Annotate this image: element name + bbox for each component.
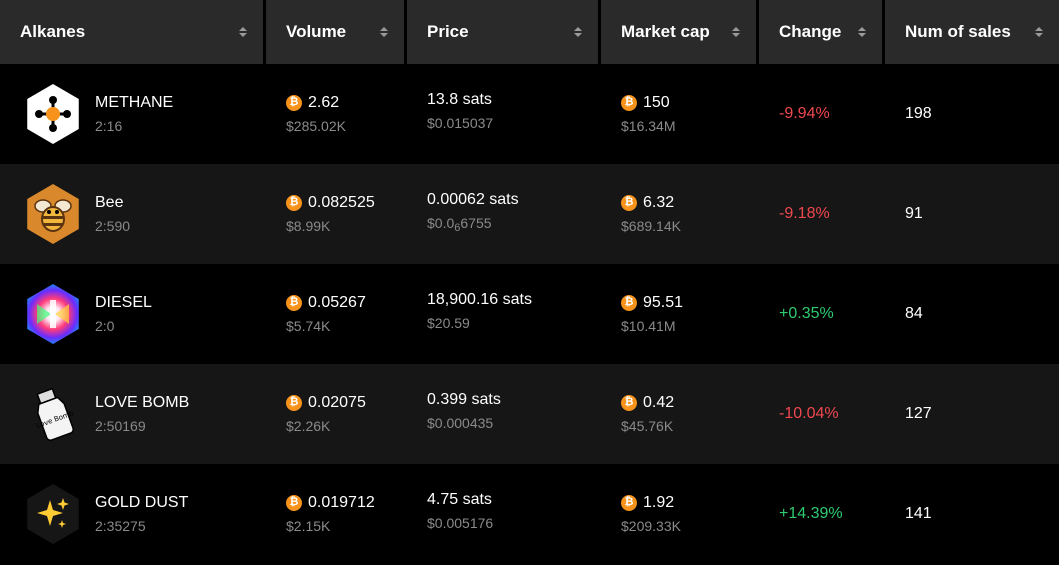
num-of-sales: 84 [905,305,923,322]
token-id: 2:35275 [95,517,146,534]
bitcoin-icon: ₿ [286,94,302,111]
market-cap-value: 0.42 [643,393,675,411]
table-row[interactable]: Bee 2:590 ₿ 0.082525 $8.99K 0.00062 sats … [0,164,1059,264]
market-cap-usd: $10.41M [621,317,676,334]
token-id: 2:16 [95,117,123,134]
sort-icon [574,27,582,37]
table-row[interactable]: GOLD DUST 2:35275 ₿ 0.019712 $2.15K 4.75 … [0,464,1059,564]
change-value: +14.39% [779,505,843,522]
table-row[interactable]: Love Bomb LOVE BOMB 2:50169 ₿ 0.02075 $2.… [0,364,1059,464]
bitcoin-icon: ₿ [621,294,637,311]
bitcoin-icon: ₿ [621,194,637,211]
market-cap-value: 150 [643,93,670,111]
num-of-sales: 198 [905,105,932,122]
bitcoin-icon: ₿ [286,194,302,211]
market-cap-usd: $689.14K [621,217,681,234]
change-value: -10.04% [779,405,839,422]
price-sats: 0.00062 sats [427,191,519,208]
price-sats: 4.75 sats [427,491,492,508]
market-cap-value: 95.51 [643,293,684,311]
price-usd: $20.59 [427,315,470,331]
table-row[interactable]: DIESEL 2:0 ₿ 0.05267 $5.74K 18,900.16 sat… [0,264,1059,364]
bee-icon [25,184,81,244]
bitcoin-icon: ₿ [621,494,637,511]
bitcoin-icon: ₿ [621,94,637,111]
sort-icon [380,27,388,37]
table-row[interactable]: METHANE 2:16 ₿ 2.62 $285.02K 13.8 sats $0… [0,64,1059,164]
column-header-volume[interactable]: Volume [266,0,407,64]
change-value: -9.18% [779,205,830,222]
token-name: DIESEL [95,293,152,311]
num-of-sales: 127 [905,405,932,422]
volume-usd: $285.02K [286,117,346,134]
column-header-num-of-sales[interactable]: Num of sales [885,0,1059,64]
token-id: 2:50169 [95,417,146,434]
price-usd: $0.005176 [427,515,494,531]
table-header: Alkanes Volume Price Market cap Change N… [0,0,1059,64]
market-cap-usd: $209.33K [621,517,681,534]
love-bomb-icon: Love Bomb [25,384,81,444]
volume-value: 0.082525 [308,193,375,211]
volume-usd: $2.15K [286,517,331,534]
volume-value: 0.019712 [308,493,375,511]
token-name: GOLD DUST [95,493,189,511]
price-sats: 18,900.16 sats [427,291,532,308]
change-value: +0.35% [779,305,834,322]
methane-molecule-icon [25,84,81,144]
market-cap-value: 1.92 [643,493,675,511]
price-sats: 13.8 sats [427,91,492,108]
bitcoin-icon: ₿ [621,394,637,411]
market-cap-value: 6.32 [643,193,675,211]
market-cap-usd: $16.34M [621,117,676,134]
num-of-sales: 141 [905,505,932,522]
volume-usd: $8.99K [286,217,331,234]
bitcoin-icon: ₿ [286,494,302,511]
sort-icon [1035,27,1043,37]
volume-value: 0.02075 [308,393,366,411]
volume-value: 2.62 [308,93,340,111]
sparkles-icon [25,484,81,544]
sort-icon [732,27,740,37]
column-header-alkanes[interactable]: Alkanes [0,0,266,64]
bitcoin-icon: ₿ [286,394,302,411]
alkanes-table: Alkanes Volume Price Market cap Change N… [0,0,1059,565]
column-header-market-cap[interactable]: Market cap [601,0,759,64]
volume-usd: $2.26K [286,417,331,434]
token-name: METHANE [95,93,174,111]
volume-value: 0.05267 [308,293,366,311]
column-header-price[interactable]: Price [407,0,601,64]
num-of-sales: 91 [905,205,923,222]
token-name: Bee [95,193,124,211]
token-id: 2:0 [95,317,115,334]
price-usd: $0.066755 [427,215,492,234]
price-usd: $0.000435 [427,415,494,431]
bitcoin-icon: ₿ [286,294,302,311]
column-header-change[interactable]: Change [759,0,885,64]
token-id: 2:590 [95,217,131,234]
sort-icon [239,27,247,37]
volume-usd: $5.74K [286,317,331,334]
diesel-prism-icon [25,284,81,344]
market-cap-usd: $45.76K [621,417,674,434]
token-name: LOVE BOMB [95,393,190,411]
change-value: -9.94% [779,105,830,122]
sort-icon [858,27,866,37]
price-sats: 0.399 sats [427,391,501,408]
price-usd: $0.015037 [427,115,494,131]
